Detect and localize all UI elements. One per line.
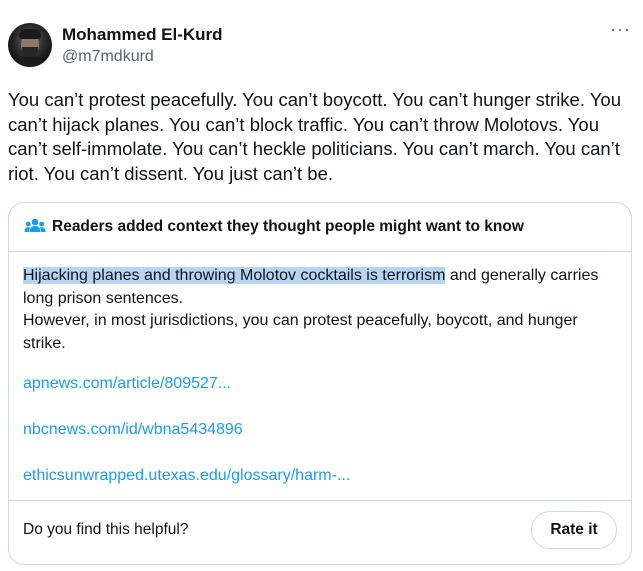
source-link[interactable]: apnews.com/article/809527... — [23, 375, 350, 399]
note-footer: Do you find this helpful? Rate it — [9, 500, 631, 564]
avatar[interactable] — [8, 23, 52, 67]
note-text-line2: However, in most jurisdictions, you can … — [23, 312, 578, 352]
note-body: Hijacking planes and throwing Molotov co… — [23, 265, 619, 355]
source-link[interactable]: ethicsunwrapped.utexas.edu/glossary/harm… — [23, 467, 350, 491]
note-title: Readers added context they thought peopl… — [52, 218, 524, 235]
rate-it-button[interactable]: Rate it — [531, 511, 617, 549]
tweet-text: You can’t protest peacefully. You can’t … — [8, 89, 622, 184]
tweet-header: Mohammed El-Kurd @m7mdkurd ··· — [8, 18, 633, 74]
source-links: apnews.com/article/809527... nbcnews.com… — [23, 375, 350, 513]
note-header: Readers added context they thought peopl… — [9, 203, 631, 252]
source-link[interactable]: nbcnews.com/id/wbna5434896 — [23, 421, 350, 445]
helpful-question: Do you find this helpful? — [23, 521, 189, 538]
author-handle[interactable]: @m7mdkurd — [62, 48, 154, 66]
people-icon — [24, 218, 46, 232]
more-options-icon[interactable]: ··· — [610, 20, 631, 38]
author-name[interactable]: Mohammed El-Kurd — [62, 25, 223, 45]
highlighted-text: Hijacking planes and throwing Molotov co… — [23, 267, 446, 284]
community-note: Readers added context they thought peopl… — [8, 202, 632, 565]
